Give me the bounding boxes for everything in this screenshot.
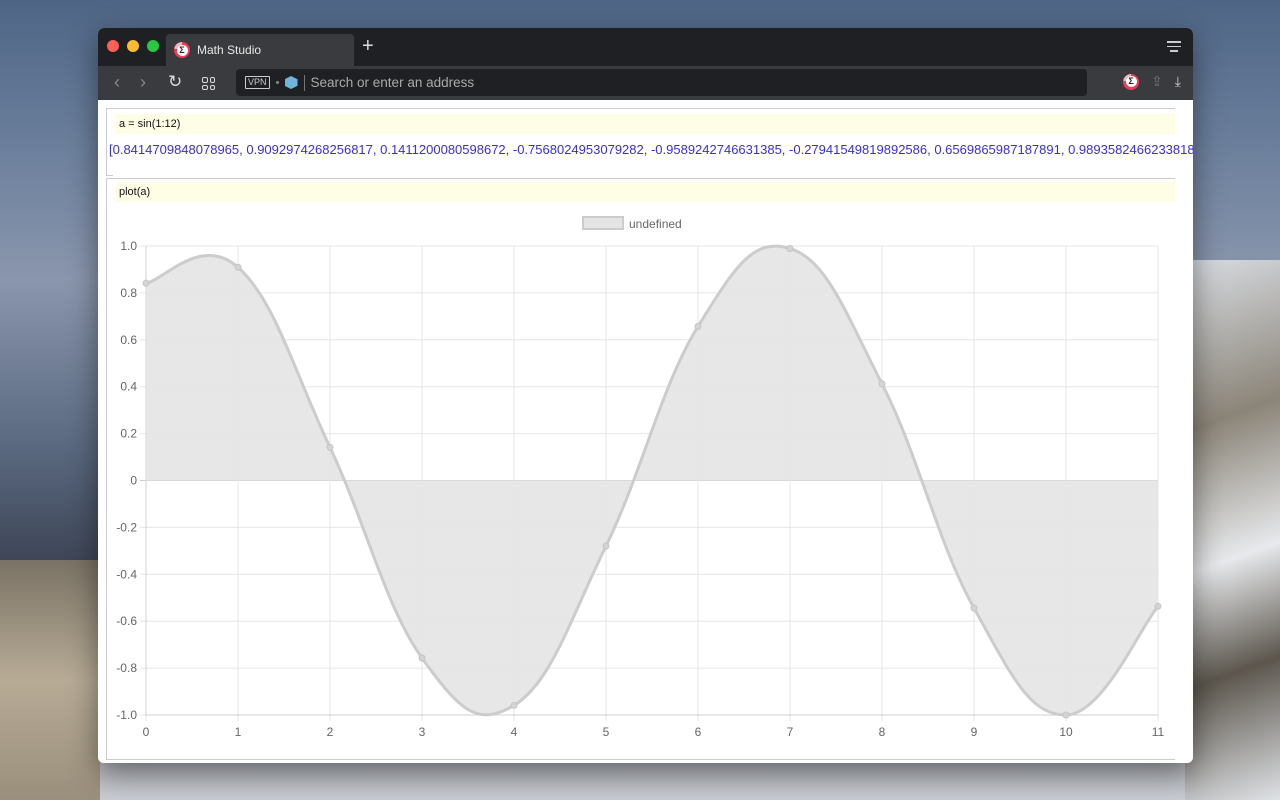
legend-label: undefined	[629, 217, 682, 231]
address-input[interactable]: Search or enter an address	[311, 75, 475, 90]
x-tick-label: 2	[327, 725, 334, 739]
address-bar[interactable]: VPN Search or enter an address	[236, 69, 1087, 96]
data-point	[694, 322, 702, 330]
y-tick-label: 1.0	[120, 239, 137, 253]
y-tick-label: -1.0	[116, 708, 137, 722]
x-tick-label: 6	[695, 725, 702, 739]
notebook: a = sin(1:12) [0.8414709848078965, 0.909…	[98, 100, 1193, 763]
browser-window: Σ Math Studio + ‹ › ↻ VPN Search or ente…	[98, 28, 1193, 763]
tab-title: Math Studio	[197, 43, 262, 57]
y-tick-label: 0.4	[120, 380, 137, 394]
data-point	[1154, 602, 1162, 610]
data-point	[786, 244, 794, 252]
data-point	[1062, 711, 1070, 719]
x-tick-label: 10	[1059, 725, 1073, 739]
y-tick-label: -0.4	[116, 567, 137, 581]
new-tab-button[interactable]: +	[362, 36, 374, 56]
y-tick-label: 0.2	[120, 427, 137, 441]
cell-input[interactable]: a = sin(1:12)	[115, 114, 1175, 134]
notebook-cell[interactable]: a = sin(1:12) [0.8414709848078965, 0.909…	[106, 108, 1193, 176]
data-point	[234, 263, 242, 271]
cell-bracket	[107, 175, 113, 176]
cell-output: [0.8414709848078965, 0.9092974268256817,…	[109, 142, 1193, 157]
tab-math-studio[interactable]: Σ Math Studio	[166, 34, 354, 66]
x-tick-label: 5	[603, 725, 610, 739]
download-icon[interactable]: ⤓	[1175, 73, 1181, 90]
back-icon[interactable]: ‹	[114, 72, 120, 93]
x-tick-label: 3	[419, 725, 426, 739]
divider	[303, 74, 305, 91]
y-tick-label: -0.6	[116, 614, 137, 628]
separator-dot	[275, 81, 279, 84]
y-tick-label: -0.2	[116, 520, 137, 534]
x-tick-label: 9	[971, 725, 978, 739]
x-tick-label: 7	[787, 725, 794, 739]
sigma-extension-icon[interactable]: Σ	[1123, 73, 1140, 90]
share-icon[interactable]: ⇪	[1151, 73, 1163, 90]
cell-input[interactable]: plot(a)	[115, 182, 1175, 202]
minimize-window-button[interactable]	[127, 40, 139, 52]
y-tick-label: -0.8	[116, 661, 137, 675]
title-bar: Σ Math Studio +	[98, 28, 1193, 66]
x-tick-label: 0	[143, 725, 150, 739]
background-ground	[0, 560, 100, 800]
toolbar: ‹ › ↻ VPN Search or enter an address Σ ⇪…	[98, 66, 1193, 100]
x-tick-label: 8	[879, 725, 886, 739]
x-tick-label: 1	[235, 725, 242, 739]
data-point	[878, 380, 886, 388]
y-tick-label: 0	[130, 474, 137, 488]
y-tick-label: 0.6	[120, 333, 137, 347]
data-point	[602, 542, 610, 550]
data-point	[510, 701, 518, 709]
x-tick-label: 11	[1152, 725, 1165, 739]
notebook-cell[interactable]: plot(a) 1.0 0.8 0.6 0.4 0.2 0 -0.2 -0.4 -0.6 -0.8…	[106, 178, 1175, 760]
chart: 1.0 0.8 0.6 0.4 0.2 0 -0.2 -0.4 -0.6 -0.8 -1.0 0 1 2 3…	[116, 216, 1165, 739]
data-point	[418, 654, 426, 662]
background-rock	[1185, 260, 1280, 800]
sigma-app-icon: Σ	[174, 42, 190, 58]
menu-icon[interactable]	[1167, 41, 1181, 53]
data-point	[142, 279, 150, 287]
legend-swatch	[582, 216, 624, 230]
y-tick-label: 0.8	[120, 286, 137, 300]
data-point	[970, 604, 978, 612]
forward-icon[interactable]: ›	[140, 72, 146, 93]
data-point	[326, 443, 334, 451]
tabs-grid-icon[interactable]	[202, 77, 215, 90]
close-window-button[interactable]	[107, 40, 119, 52]
maximize-window-button[interactable]	[147, 40, 159, 52]
vpn-badge[interactable]: VPN	[245, 76, 270, 89]
x-tick-label: 4	[511, 725, 518, 739]
cube-extension-icon[interactable]	[284, 76, 298, 89]
reload-icon[interactable]: ↻	[168, 72, 182, 92]
